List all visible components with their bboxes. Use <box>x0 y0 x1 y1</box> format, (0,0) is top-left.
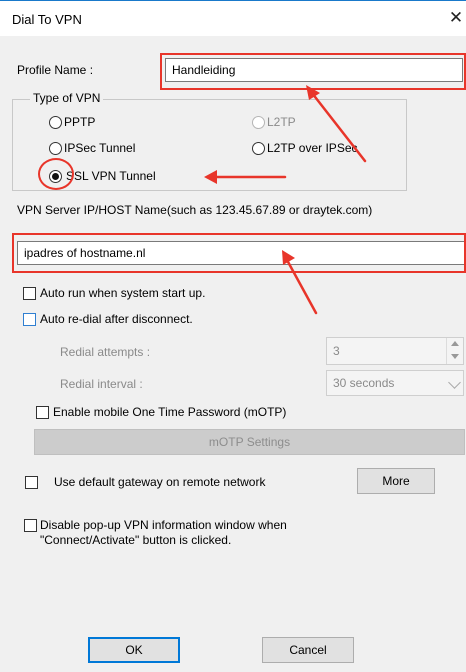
radio-ssl-vpn-tunnel-label: SSL VPN Tunnel <box>66 169 156 183</box>
cancel-button[interactable]: Cancel <box>262 637 354 663</box>
ok-button[interactable]: OK <box>88 637 180 663</box>
radio-ipsec-tunnel-label: IPSec Tunnel <box>64 141 136 155</box>
more-button[interactable]: More <box>357 468 435 494</box>
motp-label: Enable mobile One Time Password (mOTP) <box>53 405 287 419</box>
auto-run-checkbox[interactable] <box>23 287 36 300</box>
annotation-box-server <box>12 233 466 273</box>
radio-pptp[interactable] <box>49 116 62 129</box>
profile-name-label: Profile Name : <box>17 63 94 77</box>
auto-redial-checkbox[interactable] <box>23 313 36 326</box>
disable-popup-label-line2: "Connect/Activate" button is clicked. <box>40 533 232 547</box>
disable-popup-label-line1: Disable pop-up VPN information window wh… <box>40 518 287 532</box>
radio-l2tp-over-ipsec[interactable] <box>252 142 265 155</box>
redial-attempts-label: Redial attempts : <box>60 345 151 359</box>
redial-attempts-value: 3 <box>333 344 340 358</box>
close-icon[interactable]: ✕ <box>446 6 466 30</box>
vpn-type-legend: Type of VPN <box>30 91 104 105</box>
redial-interval-value: 30 seconds <box>333 376 395 390</box>
auto-run-label: Auto run when system start up. <box>40 286 206 300</box>
stepper-arrows-icon <box>446 338 464 364</box>
annotation-box-profile-name <box>160 53 466 90</box>
radio-l2tp-over-ipsec-label: L2TP over IPSec <box>267 141 358 155</box>
radio-l2tp <box>252 116 265 129</box>
default-gateway-checkbox[interactable] <box>25 476 38 489</box>
server-host-label: VPN Server IP/HOST Name(such as 123.45.6… <box>17 203 373 217</box>
default-gateway-label: Use default gateway on remote network <box>54 475 266 489</box>
redial-interval-label: Redial interval : <box>60 377 143 391</box>
radio-pptp-label: PPTP <box>64 115 96 129</box>
radio-l2tp-label: L2TP <box>267 115 296 129</box>
radio-ipsec-tunnel[interactable] <box>49 142 62 155</box>
annotation-circle-ssl <box>38 158 74 190</box>
disable-popup-checkbox[interactable] <box>24 519 37 532</box>
motp-settings-button: mOTP Settings <box>34 429 465 455</box>
auto-redial-label: Auto re-dial after disconnect. <box>40 312 193 326</box>
motp-checkbox[interactable] <box>36 406 49 419</box>
redial-attempts-stepper <box>326 337 464 365</box>
window-title: Dial To VPN <box>12 12 82 27</box>
